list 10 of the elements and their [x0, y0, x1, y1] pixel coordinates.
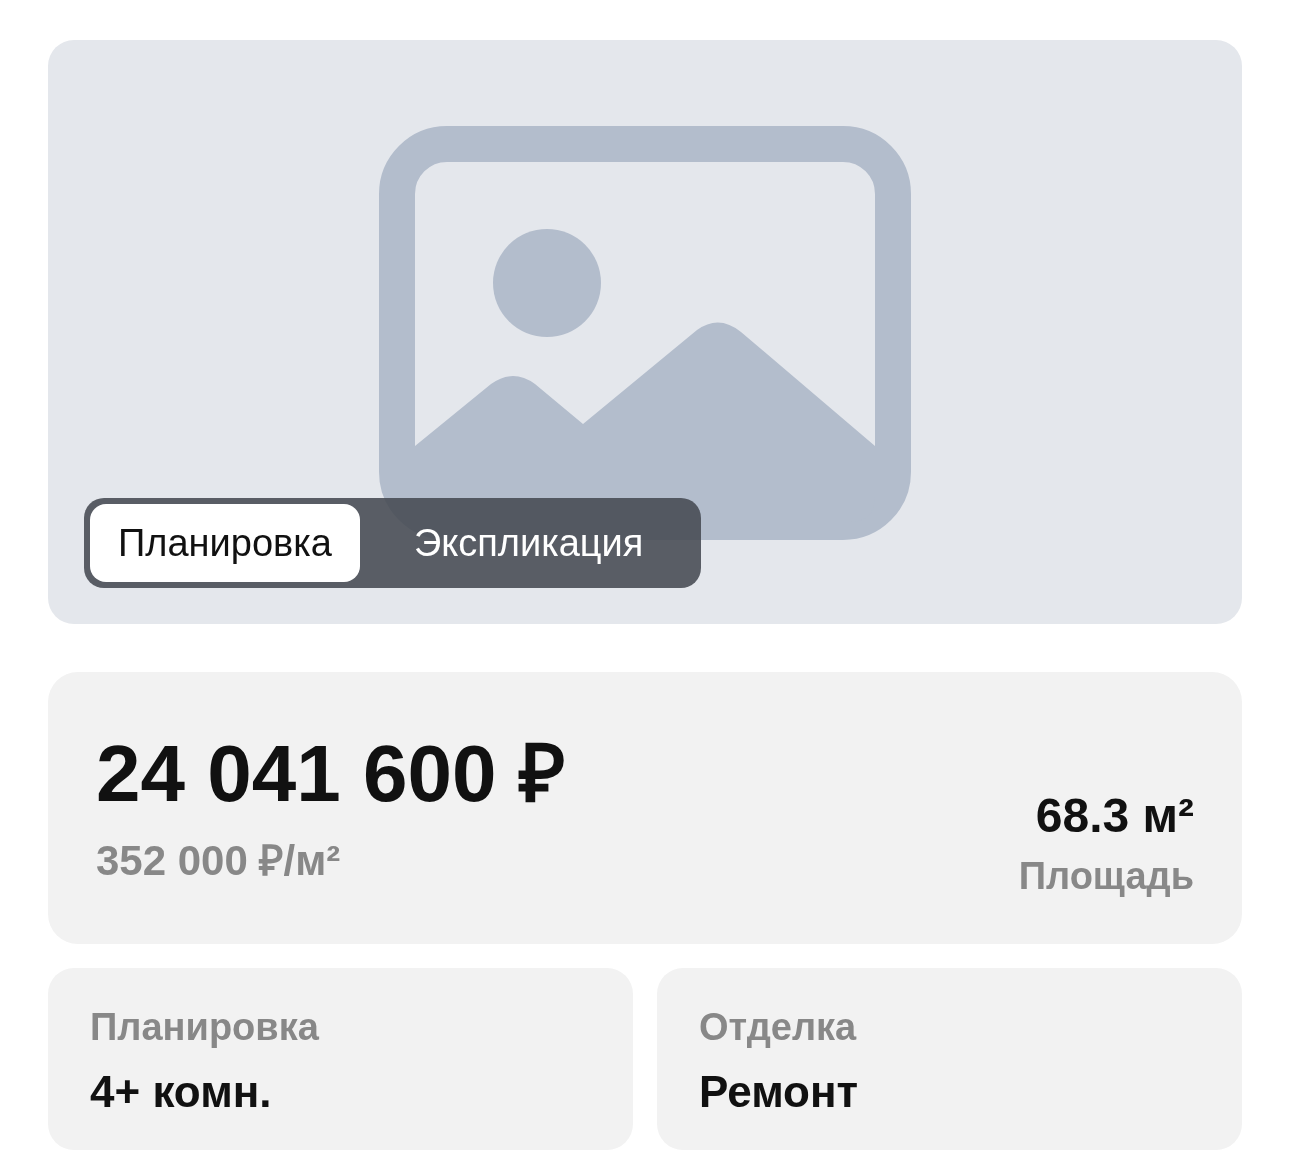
detail-value: Ремонт	[699, 1067, 860, 1117]
view-tab[interactable]: Планировка	[90, 504, 360, 582]
price-per-meter: 352 000 ₽/м²	[96, 836, 342, 886]
detail-label: Отделка	[699, 1006, 858, 1049]
detail-value: 4+ комн.	[90, 1067, 273, 1117]
area-label: Площадь	[1018, 855, 1194, 898]
area-value: 68.3 м²	[1034, 788, 1194, 843]
price: 24 041 600 ₽	[96, 730, 566, 818]
view-tab[interactable]: Экспликация	[385, 504, 672, 582]
detail-label: Планировка	[90, 1006, 320, 1049]
